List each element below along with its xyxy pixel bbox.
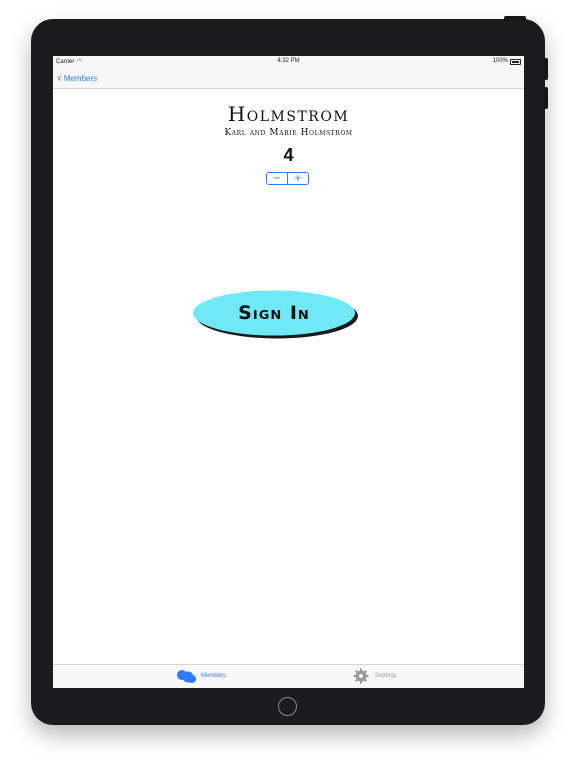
battery-percent: 100%	[492, 58, 508, 64]
tab-settings[interactable]: Settings	[351, 668, 397, 684]
battery-icon	[510, 59, 521, 65]
tab-members-label: Members	[201, 673, 227, 679]
tab-settings-label: Settings	[375, 673, 397, 679]
status-time: 4:32 PM	[277, 58, 300, 64]
screen: Carrier ◠ 4:32 PM 100% ‹ Members Holmstr…	[53, 56, 524, 688]
power-button	[504, 16, 526, 21]
family-name-title: Holmstrom	[227, 102, 350, 126]
tab-members[interactable]: Members	[175, 668, 226, 684]
decrement-button[interactable]: −	[267, 173, 288, 184]
family-members-subtitle: Karl and Marie Holmstrom	[224, 128, 353, 138]
status-bar: Carrier ◠ 4:32 PM 100%	[53, 56, 524, 68]
volume-down-button	[544, 87, 548, 109]
guest-count: 4	[283, 145, 294, 165]
members-icon	[177, 670, 196, 683]
gear-icon	[353, 668, 369, 684]
home-button[interactable]	[278, 697, 297, 716]
count-stepper: − +	[266, 172, 309, 185]
tab-bar: Members Settings	[53, 664, 524, 688]
navigation-bar: ‹ Members	[53, 68, 524, 89]
volume-up-button	[544, 58, 548, 80]
back-button[interactable]: ‹ Members	[57, 71, 97, 85]
chevron-left-icon: ‹	[57, 71, 62, 85]
increment-button[interactable]: +	[288, 173, 308, 184]
sign-in-button[interactable]: Sign In	[193, 290, 355, 336]
back-button-label: Members	[63, 73, 98, 83]
